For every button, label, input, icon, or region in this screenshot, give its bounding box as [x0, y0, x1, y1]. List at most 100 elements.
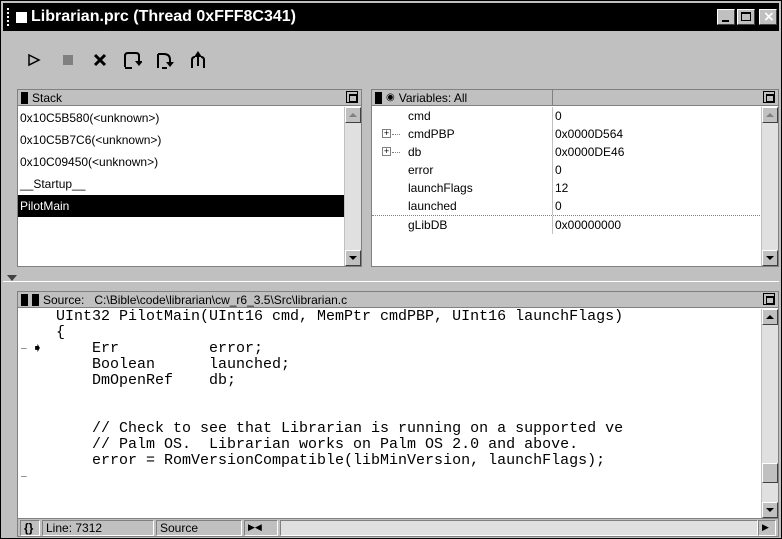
- stack-row[interactable]: 0x10C5B7C6(<unknown>): [18, 129, 344, 151]
- scroll-up-button[interactable]: [345, 107, 361, 123]
- title-bar[interactable]: Librarian.prc (Thread 0xFFF8C341) ×: [3, 3, 779, 31]
- kill-icon: [93, 53, 107, 67]
- stack-row-selected[interactable]: PilotMain: [18, 195, 344, 217]
- scroll-up-icon: [349, 113, 357, 117]
- toolbar: [3, 33, 779, 81]
- stack-scrollbar[interactable]: [344, 107, 361, 266]
- run-icon: [28, 53, 41, 67]
- variable-value[interactable]: 0x0000D564: [555, 127, 623, 141]
- variable-name: cmdPBP: [408, 127, 455, 141]
- column-separator: [552, 107, 553, 125]
- code-text: // Check to see that Librarian is runnin…: [56, 420, 624, 437]
- close-button[interactable]: ×: [759, 9, 777, 25]
- code-line[interactable]: [18, 389, 775, 405]
- braces-menu-icon[interactable]: {}: [20, 520, 40, 536]
- collapse-pane-icon[interactable]: [763, 293, 775, 305]
- scroll-up-button[interactable]: [762, 107, 778, 123]
- maximize-button[interactable]: [737, 9, 755, 25]
- code-line[interactable]: // Palm OS. Librarian works on Palm OS 2…: [18, 437, 775, 453]
- horizontal-scrollbar[interactable]: [280, 520, 758, 536]
- code-text: error = RomVersionCompatible(libMinVersi…: [56, 452, 606, 469]
- stop-icon: [63, 55, 73, 65]
- column-separator: [552, 197, 553, 215]
- collapse-pane-icon[interactable]: [346, 91, 358, 103]
- scroll-left-right-icon[interactable]: ▶◀: [244, 520, 278, 536]
- source-status-bar: {} Line: 7312 Source ▶◀ ▶: [18, 518, 778, 536]
- column-separator: [552, 161, 553, 179]
- code-line[interactable]: UInt32 PilotMain(UInt16 cmd, MemPtr cmdP…: [18, 309, 775, 325]
- variable-name: cmd: [408, 109, 431, 123]
- variable-row[interactable]: error 0: [372, 161, 760, 179]
- variables-pane-header: ◉ Variables: All: [372, 90, 778, 106]
- radio-dot-icon: ◉: [386, 92, 395, 103]
- scroll-down-button[interactable]: [762, 502, 778, 518]
- pane-icon: [21, 293, 28, 306]
- variable-row[interactable]: launchFlags 12: [372, 179, 760, 197]
- code-text: DmOpenRef db;: [56, 372, 237, 389]
- breakpoint-marker[interactable]: –: [20, 469, 28, 485]
- scroll-down-button[interactable]: [345, 250, 361, 266]
- view-mode-selector[interactable]: Source: [156, 520, 242, 536]
- collapse-arrow-icon[interactable]: [7, 275, 17, 281]
- variable-value[interactable]: 0: [555, 163, 562, 177]
- code-line[interactable]: Boolean launched;: [18, 357, 775, 373]
- source-code-view[interactable]: UInt32 PilotMain(UInt16 cmd, MemPtr cmdP…: [18, 309, 775, 519]
- expand-icon[interactable]: +: [382, 147, 400, 156]
- column-divider[interactable]: [552, 90, 553, 106]
- variable-row[interactable]: gLibDB 0x00000000: [372, 215, 760, 234]
- variable-value[interactable]: 0: [555, 109, 562, 123]
- code-line[interactable]: Err error;: [18, 341, 775, 357]
- expand-icon[interactable]: +: [382, 129, 400, 138]
- source-scrollbar[interactable]: [761, 309, 778, 518]
- variable-value[interactable]: 0x00000000: [555, 218, 621, 232]
- scroll-up-button[interactable]: [762, 309, 778, 325]
- pane-splitter[interactable]: [3, 269, 779, 289]
- step-out-button[interactable]: [185, 49, 211, 71]
- pane-icon: [375, 91, 382, 104]
- debugger-window: Librarian.prc (Thread 0xFFF8C341) × Stac…: [0, 0, 782, 539]
- variable-value[interactable]: 12: [555, 181, 568, 195]
- variables-table: cmd 0 + cmdPBP 0x0000D564 + db 0x0000DE4…: [372, 107, 760, 234]
- variable-name: db: [408, 145, 422, 159]
- code-line[interactable]: DmOpenRef db;: [18, 373, 775, 389]
- window-title: Librarian.prc (Thread 0xFFF8C341): [31, 8, 296, 25]
- scroll-right-button[interactable]: ▶: [758, 520, 776, 536]
- kill-button[interactable]: [87, 49, 113, 71]
- code-line-current[interactable]: – ➧ {: [18, 324, 775, 357]
- variable-row[interactable]: launched 0: [372, 197, 760, 215]
- stack-title: Stack: [32, 90, 63, 105]
- variable-name: error: [408, 163, 434, 177]
- gutter[interactable]: –: [18, 469, 56, 485]
- code-text: {: [56, 324, 66, 341]
- scroll-thumb[interactable]: [762, 463, 778, 483]
- code-line[interactable]: – error = RomVersionCompatible(libMinVer…: [18, 452, 775, 485]
- window-menu-icon[interactable]: [16, 12, 27, 23]
- variable-row[interactable]: cmd 0: [372, 107, 760, 125]
- stack-row[interactable]: 0x10C09450(<unknown>): [18, 151, 344, 173]
- step-out-icon: [191, 51, 205, 68]
- variable-row[interactable]: + db 0x0000DE46: [372, 143, 760, 161]
- scroll-down-icon: [349, 256, 357, 260]
- pane-icon: [21, 91, 28, 104]
- code-line[interactable]: // Check to see that Librarian is runnin…: [18, 421, 775, 437]
- code-line[interactable]: [18, 405, 775, 421]
- step-over-button[interactable]: [119, 49, 145, 71]
- source-file-icon: [32, 293, 39, 306]
- variables-scrollbar[interactable]: [761, 107, 778, 266]
- scroll-up-icon: [766, 113, 774, 117]
- step-over-icon: [124, 52, 142, 69]
- minimize-button[interactable]: [717, 9, 735, 25]
- collapse-pane-icon[interactable]: [763, 91, 775, 103]
- source-pane-header: Source: C:\Bible\code\librarian\cw_r6_3.…: [18, 292, 778, 308]
- run-button[interactable]: [21, 49, 47, 71]
- stop-button[interactable]: [55, 49, 81, 71]
- stack-row[interactable]: __Startup__: [18, 173, 344, 195]
- line-number: Line: 7312: [42, 520, 154, 536]
- variable-row[interactable]: + cmdPBP 0x0000D564: [372, 125, 760, 143]
- variable-value[interactable]: 0x0000DE46: [555, 145, 624, 159]
- stack-row[interactable]: 0x10C5B580(<unknown>): [18, 107, 344, 129]
- close-icon: ×: [763, 9, 775, 25]
- scroll-down-button[interactable]: [762, 250, 778, 266]
- step-into-button[interactable]: [151, 49, 177, 71]
- variable-value[interactable]: 0: [555, 199, 562, 213]
